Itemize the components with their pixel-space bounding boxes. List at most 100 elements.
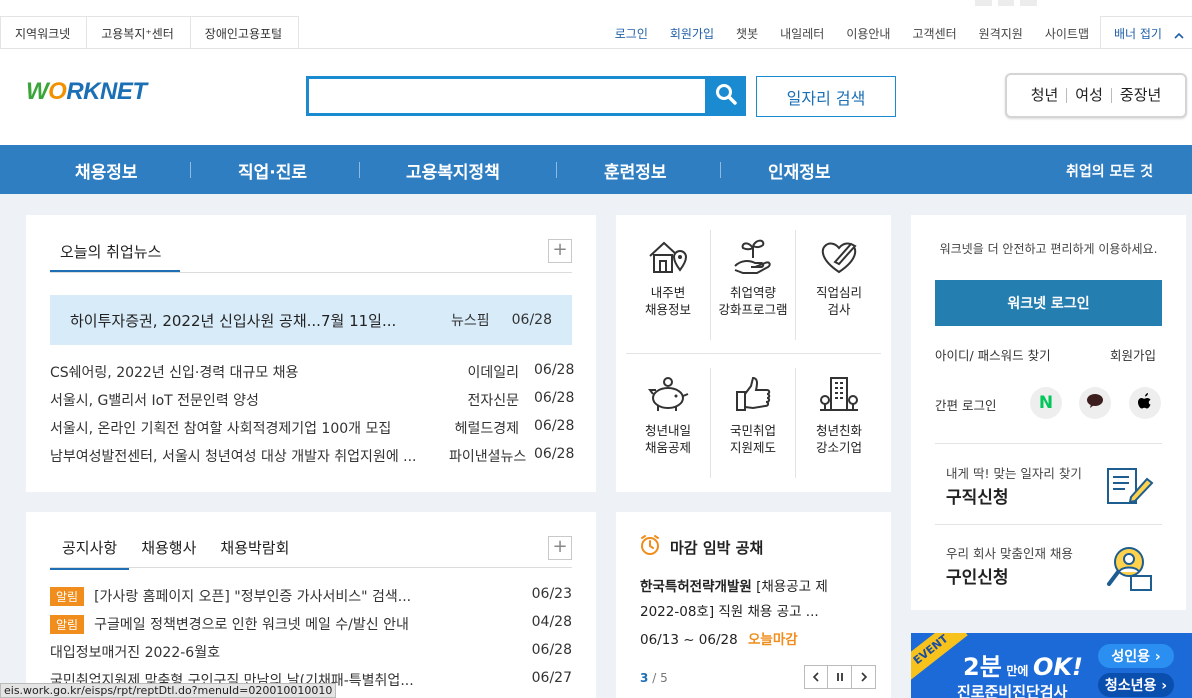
search-button[interactable] bbox=[705, 76, 746, 116]
deadline-job-link[interactable]: 한국특허전략개발원 [채용공고 제 2022-08호] 직원 채용 공고 ... bbox=[640, 575, 828, 625]
news-row[interactable]: 서울시, G밸리서 IoT 전문인력 양성 전자신문 06/28 bbox=[50, 390, 575, 410]
service-skill-program[interactable]: 취업역량 강화프로그램 bbox=[710, 236, 796, 318]
service-aptitude-test[interactable]: 직업심리 검사 bbox=[796, 236, 882, 318]
target-group-selector: 청년 여성 중장년 bbox=[1005, 73, 1187, 118]
jobseek-title: 구직신청 bbox=[946, 488, 1009, 508]
news-more-button[interactable]: + bbox=[548, 239, 572, 263]
deadline-tag: 오늘마감 bbox=[748, 632, 798, 648]
banner-toggle-button[interactable]: 배너 접기 bbox=[1100, 16, 1192, 49]
service-label: 강화프로그램 bbox=[718, 302, 788, 317]
family-site-links: 지역워크넷 고용복지⁺센터 장애인고용포털 bbox=[0, 16, 300, 49]
deadline-period-row: 06/13 ~ 06/28 오늘마감 bbox=[640, 628, 798, 648]
event-main: 2분 bbox=[963, 653, 1002, 681]
event-youth-button[interactable]: 청소년용 › bbox=[1098, 673, 1174, 697]
divider bbox=[935, 524, 1162, 525]
worknet-login-button[interactable]: 워크넷 로그인 bbox=[935, 280, 1162, 326]
util-links: 로그인 회원가입 챗봇 내일레터 이용안내 고객센터 원격지원 사이트맵 bbox=[604, 25, 1100, 42]
service-national-employment[interactable]: 국민취업 지원제도 bbox=[710, 374, 796, 456]
deadline-post-line1: [채용공고 제 bbox=[756, 579, 828, 595]
notice-date: 06/27 bbox=[531, 670, 572, 686]
recruiter-registration[interactable]: 우리 회사 맞춤인재 채용 구인신청 bbox=[935, 526, 1162, 604]
prev-button[interactable] bbox=[804, 665, 828, 689]
banner-toggle-label: 배너 접기 bbox=[1114, 27, 1162, 41]
building-icon bbox=[796, 374, 882, 414]
kakao-login-button[interactable] bbox=[1079, 387, 1111, 419]
job-seeker-registration[interactable]: 내게 딱! 맞는 일자리 찾기 구직신청 bbox=[935, 445, 1162, 523]
headline-news[interactable]: 하이투자증권, 2022년 신입사원 공채...7월 11일... 뉴스핌 06… bbox=[50, 295, 572, 345]
find-credentials-link[interactable]: 아이디/ 패스워드 찾기 bbox=[935, 345, 1051, 364]
event-adult-button[interactable]: 성인용 › bbox=[1098, 644, 1174, 668]
service-nearby-jobs[interactable]: 내주변 채용정보 bbox=[625, 236, 711, 318]
simple-login-label: 간편 로그인 bbox=[935, 398, 997, 413]
worknet-logo[interactable]: WORKNET bbox=[26, 78, 147, 106]
news-title[interactable]: 오늘의 취업뉴스 bbox=[60, 241, 161, 262]
chatbot-link[interactable]: 챗봇 bbox=[725, 25, 769, 42]
tab-job-fair[interactable]: 채용박람회 bbox=[208, 537, 301, 570]
piggy-bank-icon bbox=[625, 374, 711, 414]
nav-talent[interactable]: 인재정보 bbox=[768, 158, 831, 183]
segment-youth[interactable]: 청년 bbox=[1023, 88, 1068, 103]
jobseek-sub: 내게 딱! 맞는 일자리 찾기 bbox=[946, 466, 1082, 481]
segment-women[interactable]: 여성 bbox=[1067, 88, 1112, 103]
deadline-controls bbox=[804, 665, 876, 689]
deadline-pager: 3 / 5 bbox=[640, 671, 668, 685]
logo-letter-o: O bbox=[48, 78, 67, 105]
search-input[interactable] bbox=[309, 79, 704, 113]
page-total: 5 bbox=[660, 671, 668, 685]
search-icon bbox=[715, 83, 737, 109]
nav-divider bbox=[720, 162, 721, 178]
job-search-button[interactable]: 일자리 검색 bbox=[756, 76, 896, 117]
letter-link[interactable]: 내일레터 bbox=[769, 25, 835, 42]
signup-link[interactable]: 회원가입 bbox=[659, 25, 725, 42]
signup-link[interactable]: 회원가입 bbox=[1110, 345, 1156, 364]
notice-title: 대입정보매거진 2022-6월호 bbox=[50, 645, 220, 661]
news-row[interactable]: 서울시, 온라인 기획전 참여할 사회적경제기업 100개 모집 헤럴드경제 06/… bbox=[50, 418, 574, 438]
sitemap-link[interactable]: 사이트맵 bbox=[1034, 25, 1100, 42]
event-mid: 만에 bbox=[1006, 664, 1029, 678]
service-youth-savings[interactable]: 청년내일 채움공제 bbox=[625, 374, 711, 456]
news-row[interactable]: 남부여성발전센터, 서울시 청년여성 대상 개발자 취업지원에 ... 파이낸셜뉴… bbox=[50, 446, 574, 466]
news-title-text: 남부여성발전센터, 서울시 청년여성 대상 개발자 취업지원에 ... bbox=[50, 449, 417, 465]
notice-row[interactable]: 알림 [가사랑 홈페이지 오픈] "정부인증 가사서비스" 검색... 06/23 bbox=[50, 586, 572, 606]
news-date: 06/28 bbox=[534, 390, 575, 406]
pause-button[interactable] bbox=[828, 665, 852, 689]
nav-welfare-policy[interactable]: 고용복지정책 bbox=[406, 158, 500, 183]
next-button[interactable] bbox=[852, 665, 876, 689]
notice-more-button[interactable]: + bbox=[548, 536, 572, 560]
guide-link[interactable]: 이용안내 bbox=[835, 25, 901, 42]
notice-row[interactable]: 대입정보매거진 2022-6월호 06/28 bbox=[50, 642, 572, 662]
tab-notice[interactable]: 공지사항 bbox=[50, 537, 130, 570]
remote-support-link[interactable]: 원격지원 bbox=[968, 25, 1034, 42]
family-site-link[interactable]: 고용복지⁺센터 bbox=[87, 17, 191, 49]
apple-login-button[interactable] bbox=[1129, 387, 1161, 419]
nav-divider bbox=[359, 162, 360, 178]
notice-date: 04/28 bbox=[531, 614, 572, 630]
service-youth-friendly-company[interactable]: 청년친화 강소기업 bbox=[796, 374, 882, 456]
event-sub: 진로준비진단검사 bbox=[957, 683, 1068, 698]
notice-badge: 알림 bbox=[50, 587, 85, 606]
news-row[interactable]: CS쉐어링, 2022년 신입·경력 대규모 채용 이데일리 06/28 bbox=[50, 362, 574, 382]
page-separator: / bbox=[652, 671, 657, 685]
segment-middle-aged[interactable]: 중장년 bbox=[1112, 88, 1169, 103]
nav-training[interactable]: 훈련정보 bbox=[604, 158, 667, 183]
chevron-up-icon bbox=[1174, 28, 1184, 42]
naver-login-button[interactable]: N bbox=[1030, 387, 1062, 419]
event-banner[interactable]: EVENT 2분 만에 OK! 진로준비진단검사 성인용 › 청소년용 › bbox=[911, 633, 1192, 698]
search-box bbox=[306, 76, 746, 116]
deadline-company: 한국특허전략개발원 bbox=[640, 579, 752, 595]
nav-career[interactable]: 직업·진로 bbox=[238, 158, 307, 183]
deadline-title: 마감 임박 공채 bbox=[670, 539, 764, 557]
login-link[interactable]: 로그인 bbox=[604, 25, 659, 42]
page-current: 3 bbox=[640, 671, 649, 685]
family-site-link[interactable]: 장애인고용포털 bbox=[191, 17, 300, 49]
service-label: 채용정보 bbox=[644, 302, 691, 317]
tab-hiring-events[interactable]: 채용행사 bbox=[129, 537, 208, 570]
service-label: 채움공제 bbox=[644, 440, 691, 455]
support-link[interactable]: 고객센터 bbox=[901, 25, 967, 42]
family-site-link[interactable]: 지역워크넷 bbox=[1, 17, 88, 49]
service-label: 내주변 bbox=[650, 285, 686, 300]
nav-job-info[interactable]: 채용정보 bbox=[75, 158, 138, 183]
notice-row[interactable]: 알림 구글메일 정책변경으로 인한 워크넷 메일 수/발신 안내 04/28 bbox=[50, 614, 572, 634]
nav-all-menu[interactable]: 취업의 모든 것 bbox=[1066, 161, 1153, 181]
deadline-post-line2: 2022-08호] 직원 채용 공고 ... bbox=[640, 604, 819, 620]
